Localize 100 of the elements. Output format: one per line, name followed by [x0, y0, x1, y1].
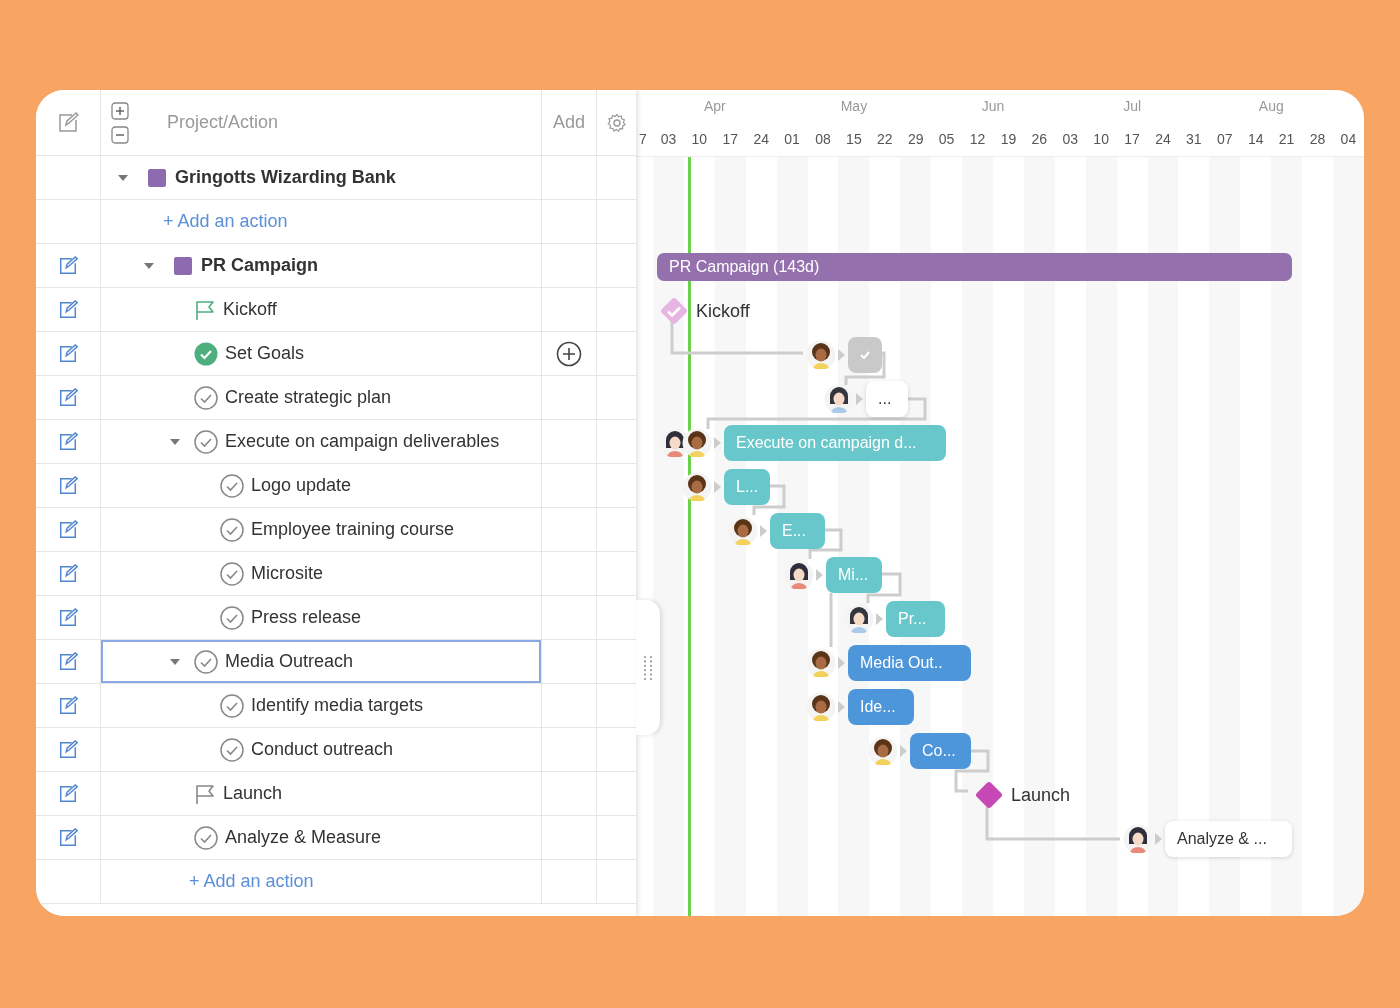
check-circle-icon[interactable]: [194, 825, 218, 850]
week-label: 24: [752, 131, 770, 147]
tree-row[interactable]: Create strategic plan: [101, 376, 541, 419]
week-label: 01: [783, 131, 801, 147]
check-circle-icon[interactable]: [220, 737, 244, 762]
arrowhead-icon: [838, 701, 845, 713]
milestone-label: Launch: [1011, 784, 1071, 806]
resize-handle[interactable]: [636, 600, 660, 735]
tree-row[interactable]: Employee training course: [101, 508, 541, 551]
column-header: Project/Action: [167, 112, 279, 133]
tree-row[interactable]: Identify media targets: [101, 684, 541, 727]
item-label: Create strategic plan: [225, 387, 392, 408]
add-icon[interactable]: [556, 340, 582, 367]
week-label: 17: [1123, 131, 1141, 147]
week-label: 04: [1339, 131, 1358, 147]
connector-line: [844, 351, 886, 385]
connector-line: [808, 528, 843, 559]
week-label: 21: [1277, 131, 1296, 147]
arrowhead-icon: [816, 569, 823, 581]
task-bar[interactable]: Analyze & ...: [1165, 821, 1292, 857]
check-circle-icon[interactable]: [220, 561, 244, 586]
arrowhead-icon: [838, 657, 845, 669]
tree-row[interactable]: Launch: [101, 772, 541, 815]
week-label: 03: [1061, 131, 1079, 147]
check-circle-icon[interactable]: [220, 605, 244, 630]
edit-icon[interactable]: [58, 739, 78, 760]
item-label: PR Campaign: [201, 255, 319, 276]
arrowhead-icon: [760, 525, 767, 537]
week-label: 7: [638, 131, 648, 147]
edit-icon[interactable]: [58, 651, 78, 672]
tree-row[interactable]: Press release: [101, 596, 541, 639]
edit-icon[interactable]: [58, 563, 78, 584]
week-label: 03: [659, 131, 678, 147]
tree-row[interactable]: Kickoff: [101, 288, 541, 331]
collapse-all-icon[interactable]: [111, 125, 129, 144]
tree-row[interactable]: Microsite: [101, 552, 541, 595]
tree-row[interactable]: Conduct outreach: [101, 728, 541, 771]
week-label: 10: [690, 131, 709, 147]
item-label: Set Goals: [225, 343, 305, 364]
edit-icon[interactable]: [58, 827, 78, 848]
week-label: 28: [1308, 131, 1327, 147]
tree-row[interactable]: Media Outreach: [101, 640, 541, 683]
item-label: Media Outreach: [225, 651, 354, 672]
check-circle-icon[interactable]: [194, 429, 218, 454]
week-label: 22: [876, 131, 894, 147]
avatar-icon: [806, 340, 836, 370]
arrowhead-icon: [1155, 833, 1162, 845]
check-circle-icon[interactable]: [194, 341, 218, 366]
week-label: 15: [845, 131, 863, 147]
arrowhead-icon: [714, 437, 721, 449]
check-circle-icon[interactable]: [220, 473, 244, 498]
month-label: Jul: [1122, 98, 1143, 114]
week-label: 31: [1185, 131, 1203, 147]
tree-row[interactable]: Analyze & Measure: [101, 816, 541, 859]
arrowhead-icon: [856, 393, 863, 405]
check-circle-icon[interactable]: [220, 517, 244, 542]
month-label: Apr: [702, 98, 727, 114]
item-label: Employee training course: [251, 519, 455, 540]
week-label: 08: [814, 131, 832, 147]
tree-row[interactable]: Set Goals: [101, 332, 541, 375]
month-label: Jun: [980, 98, 1006, 114]
check-circle-icon[interactable]: [220, 693, 244, 718]
tree-row[interactable]: PR Campaign: [101, 244, 541, 287]
avatar-icon: [682, 472, 712, 502]
edit-icon[interactable]: [57, 111, 79, 134]
item-label: Identify media targets: [251, 695, 424, 716]
task-bar[interactable]: ...: [866, 381, 908, 417]
edit-icon[interactable]: [58, 519, 78, 540]
edit-icon[interactable]: [58, 695, 78, 716]
edit-icon[interactable]: [58, 431, 78, 452]
edit-icon[interactable]: [58, 475, 78, 496]
item-label: Gringotts Wizarding Bank: [175, 167, 396, 188]
edit-icon[interactable]: [58, 299, 78, 320]
week-label: 14: [1246, 131, 1265, 147]
summary-bar[interactable]: PR Campaign (143d): [657, 253, 1292, 281]
tree-row[interactable]: Gringotts Wizarding Bank: [101, 156, 541, 199]
item-label: Logo update: [251, 475, 352, 496]
settings-icon[interactable]: [606, 112, 627, 133]
item-label: Kickoff: [223, 299, 277, 320]
item-label: Press release: [251, 607, 362, 628]
arrowhead-icon: [876, 613, 883, 625]
item-label: Conduct outreach: [251, 739, 394, 760]
edit-icon[interactable]: [58, 343, 78, 364]
item-label: Analyze & Measure: [225, 827, 382, 848]
avatar-icon: [806, 692, 836, 722]
week-label: 29: [906, 131, 925, 147]
arrowhead-icon: [838, 349, 845, 361]
week-label: 07: [1215, 131, 1234, 147]
expand-all-icon[interactable]: [111, 101, 129, 120]
tree-row[interactable]: Logo update: [101, 464, 541, 507]
edit-icon[interactable]: [58, 783, 78, 804]
edit-icon[interactable]: [58, 607, 78, 628]
connector-line: [954, 749, 990, 793]
avatar-icon: [806, 648, 836, 678]
edit-icon[interactable]: [58, 387, 78, 408]
item-label: Execute on campaign deliverables: [225, 431, 500, 452]
tree-row[interactable]: Execute on campaign deliverables: [101, 420, 541, 463]
edit-icon[interactable]: [58, 255, 78, 276]
check-circle-icon[interactable]: [194, 385, 218, 410]
check-circle-icon[interactable]: [194, 649, 218, 674]
